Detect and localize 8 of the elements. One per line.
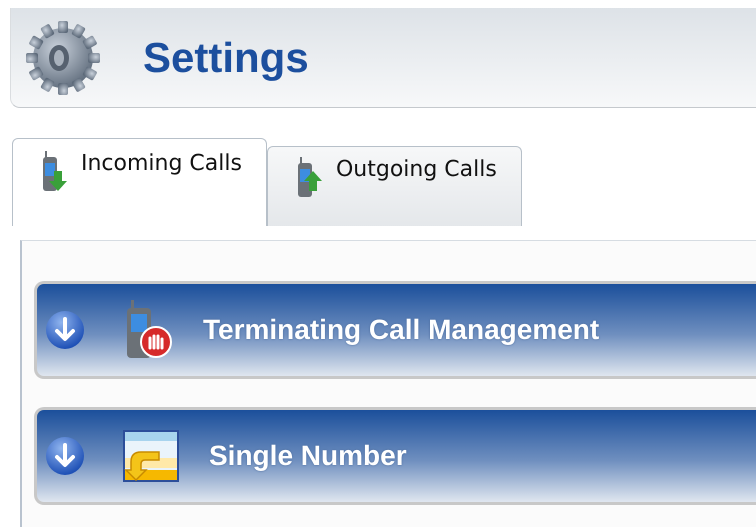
section-header[interactable]: Single Number xyxy=(34,407,756,505)
section-header[interactable]: Terminating Call Management xyxy=(34,281,756,379)
page-title: Settings xyxy=(143,34,309,82)
expand-icon xyxy=(45,310,85,350)
expand-icon xyxy=(45,436,85,476)
tab[interactable]: Incoming Calls xyxy=(12,138,267,226)
forward-list-icon xyxy=(123,430,179,482)
tab[interactable]: Outgoing Calls xyxy=(266,146,522,226)
